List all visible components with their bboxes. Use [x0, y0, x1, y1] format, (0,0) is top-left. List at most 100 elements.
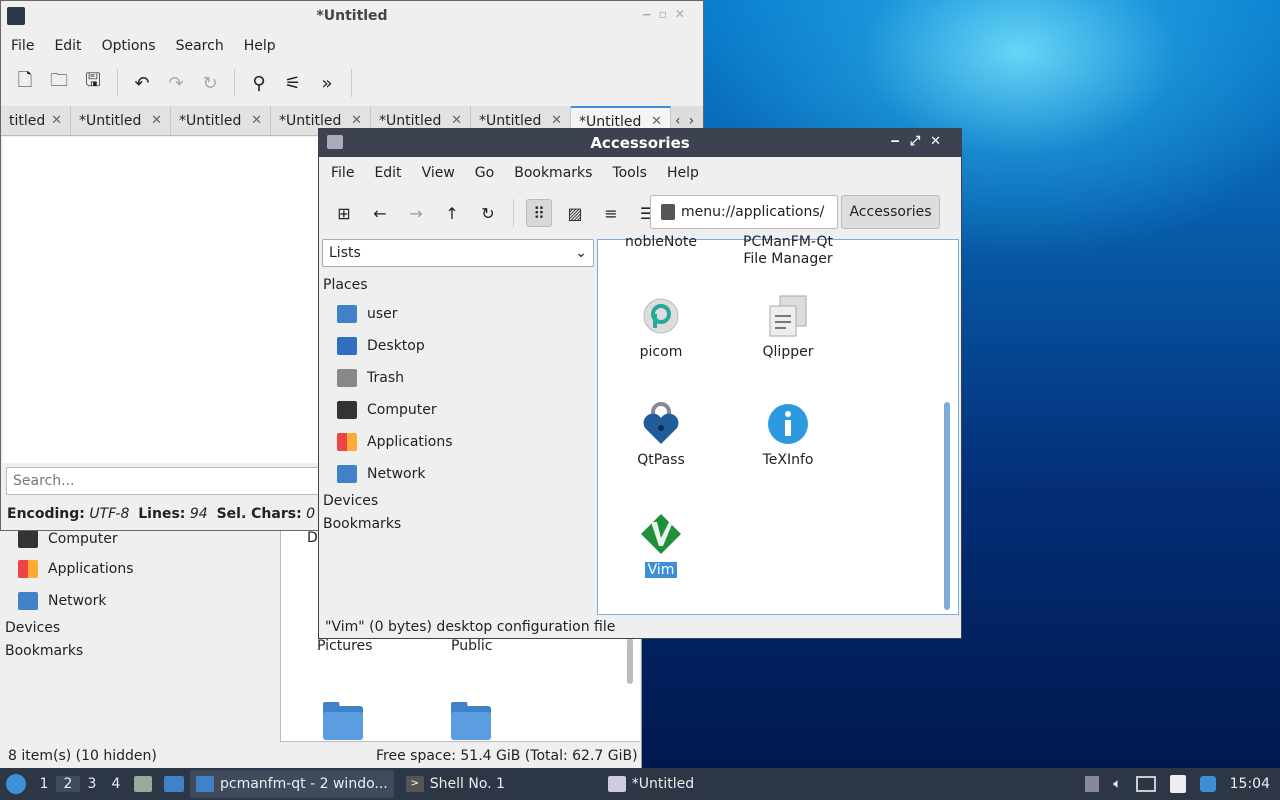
devices-header[interactable]: Devices	[5, 620, 60, 636]
desktop-switch-4[interactable]: 4	[104, 776, 128, 792]
chevron-left-icon[interactable]: ‹	[675, 113, 681, 129]
tab[interactable]: *Untitled ✕	[171, 106, 271, 135]
back-arrow-icon[interactable]: ←	[367, 199, 393, 227]
save-icon[interactable]: 🖫	[81, 70, 105, 95]
clipboard-icon[interactable]	[1169, 775, 1186, 793]
show-desktop-button[interactable]	[158, 768, 190, 800]
toolbar-separator	[513, 199, 514, 227]
open-folder-icon[interactable]: 🗀	[47, 70, 71, 95]
folder-icon[interactable]	[323, 702, 363, 742]
editor-titlebar[interactable]: *Untitled ‒▫✕	[1, 1, 703, 31]
thumbnail-view-icon[interactable]: ▨	[562, 199, 588, 227]
more-icon[interactable]: »	[315, 71, 339, 95]
devices-header[interactable]: Devices	[323, 493, 378, 509]
start-menu-button[interactable]	[0, 768, 32, 800]
close-icon[interactable]: ✕	[351, 113, 362, 128]
tab-label: *Untitled	[479, 112, 542, 129]
path-bar[interactable]: menu://applications/	[650, 195, 838, 229]
selchars-value: 0	[306, 506, 316, 522]
chevron-right-icon[interactable]: ›	[689, 113, 695, 129]
menu-tools[interactable]: Tools	[602, 165, 657, 181]
app-item-vim[interactable]: Vim	[606, 512, 716, 578]
sidebar-item-network[interactable]: Network	[18, 592, 106, 610]
menu-edit[interactable]: Edit	[44, 38, 91, 54]
volume-icon[interactable]: 🔈︎	[1113, 776, 1121, 792]
taskbar-window-pcmanfm[interactable]: pcmanfm-qt - 2 windo...	[190, 770, 394, 798]
menu-options[interactable]: Options	[92, 38, 166, 54]
sidebar-item-computer[interactable]: Computer	[337, 401, 437, 419]
sidebar-item-user[interactable]: user	[337, 305, 398, 323]
menu-go[interactable]: Go	[465, 165, 504, 181]
tab[interactable]: *Untitled ✕	[71, 106, 171, 135]
taskbar-window-editor[interactable]: *Untitled	[602, 770, 700, 798]
folder-label-public[interactable]: Public	[451, 638, 492, 654]
folder-icon[interactable]	[451, 702, 491, 742]
path-text: menu://applications/	[681, 204, 825, 220]
desktop-switch-2[interactable]: 2	[56, 776, 80, 792]
clock[interactable]: 15:04	[1230, 776, 1270, 792]
menu-bookmarks[interactable]: Bookmarks	[504, 165, 602, 181]
app-item-pcmanfm-qt[interactable]: PCManFM-Qt File Manager	[733, 234, 843, 268]
close-icon[interactable]: ✕	[51, 113, 62, 128]
icon-view-icon[interactable]: ⠿	[526, 199, 552, 227]
bookmarks-header[interactable]: Bookmarks	[5, 643, 83, 659]
close-icon[interactable]: ✕	[551, 113, 562, 128]
location-icon	[661, 204, 675, 220]
desktop-switch-3[interactable]: 3	[80, 776, 104, 792]
app-item-picom[interactable]: picom	[606, 294, 716, 360]
menu-view[interactable]: View	[412, 165, 465, 181]
menu-file[interactable]: File	[1, 38, 44, 54]
scrollbar-thumb[interactable]	[627, 638, 633, 684]
toolbar-separator	[351, 69, 352, 97]
eject-icon[interactable]	[1085, 776, 1100, 792]
app-item-noblenote[interactable]: nobleNote	[606, 234, 716, 250]
window-controls[interactable]: ‒⤢✕	[891, 134, 951, 149]
menu-edit[interactable]: Edit	[364, 165, 411, 181]
new-tab-icon[interactable]: ⊞	[331, 199, 357, 227]
bookmarks-header[interactable]: Bookmarks	[323, 516, 401, 532]
close-icon[interactable]: ✕	[251, 113, 262, 128]
sidebar-item-trash[interactable]: Trash	[337, 369, 404, 387]
window-controls[interactable]: ‒▫✕	[642, 7, 693, 21]
sidebar-item-applications[interactable]: Applications	[337, 433, 453, 451]
desktop-switch-1[interactable]: 1	[32, 776, 56, 792]
close-icon[interactable]: ✕	[151, 113, 162, 128]
reload-icon[interactable]: ↻	[198, 71, 222, 95]
side-pane-mode-select[interactable]: Lists ⌄	[322, 239, 594, 267]
reload-icon[interactable]: ↻	[475, 199, 501, 227]
accessories-titlebar[interactable]: Accessories ‒⤢✕	[319, 129, 961, 157]
taskbar-window-shell[interactable]: > Shell No. 1	[400, 770, 596, 798]
forward-arrow-icon[interactable]: →	[403, 199, 429, 227]
sidebar-item-computer[interactable]: Computer	[18, 530, 118, 548]
app-item-qtpass[interactable]: QtPass	[606, 402, 716, 468]
redo-icon[interactable]: ↷	[164, 71, 188, 95]
search-input[interactable]: Search...	[6, 467, 336, 495]
folder-label-pictures[interactable]: Pictures	[317, 638, 372, 654]
menu-file[interactable]: File	[321, 165, 364, 181]
sidebar-item-label: Network	[48, 593, 107, 609]
app-item-texinfo[interactable]: TeXInfo	[733, 402, 843, 468]
new-document-icon[interactable]: 🗋	[13, 70, 37, 95]
replace-icon[interactable]: ⚟	[281, 71, 305, 95]
scrollbar-thumb[interactable]	[944, 402, 950, 610]
app-item-qlipper[interactable]: Qlipper	[733, 294, 843, 360]
quicklaunch-file-manager[interactable]	[128, 768, 158, 800]
find-icon[interactable]: ⚲	[247, 71, 271, 95]
close-icon[interactable]: ✕	[651, 114, 662, 129]
menu-help[interactable]: Help	[234, 38, 286, 54]
close-icon[interactable]: ✕	[451, 113, 462, 128]
notification-icon[interactable]	[1199, 776, 1216, 792]
system-tray: 🔈︎ 15:04	[1085, 768, 1280, 800]
sidebar-item-desktop[interactable]: Desktop	[337, 337, 425, 355]
places-header[interactable]: Places	[323, 277, 368, 293]
undo-icon[interactable]: ↶	[130, 71, 154, 95]
tab[interactable]: titled ✕	[1, 106, 71, 135]
up-arrow-icon[interactable]: ↑	[439, 199, 465, 227]
menu-help[interactable]: Help	[657, 165, 709, 181]
compact-view-icon[interactable]: ≡	[598, 199, 624, 227]
sidebar-item-applications[interactable]: Applications	[18, 560, 134, 578]
network-tray-icon[interactable]	[1135, 776, 1156, 792]
breadcrumb-accessories[interactable]: Accessories	[841, 195, 940, 229]
sidebar-item-network[interactable]: Network	[337, 465, 425, 483]
menu-search[interactable]: Search	[166, 38, 234, 54]
